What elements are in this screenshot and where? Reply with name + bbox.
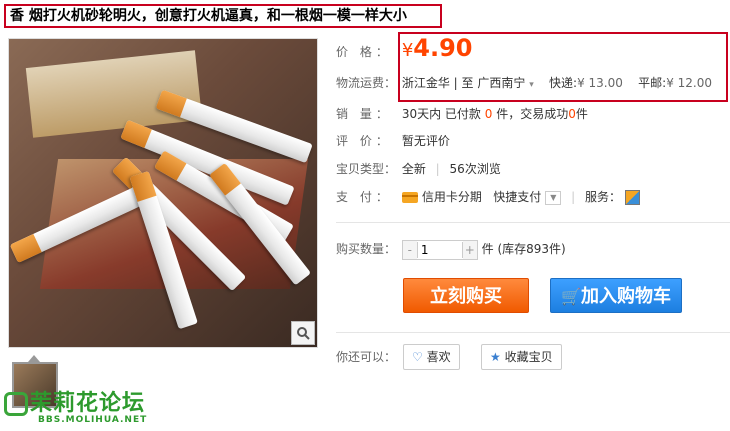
rating-label: 评 价： xyxy=(336,134,392,148)
item-type-row: 宝贝类型： 全新 | 56次浏览 xyxy=(336,159,501,179)
shipping-destination[interactable]: 广西南宁 ▾ xyxy=(477,76,533,90)
quantity-input[interactable] xyxy=(416,241,463,258)
shipping-from: 浙江金华 xyxy=(401,76,450,90)
sales-paid-count: 0 xyxy=(484,107,493,121)
product-main-image[interactable] xyxy=(8,38,318,348)
sales-label: 销 量： xyxy=(336,107,392,121)
collect-label: 收藏宝贝 xyxy=(504,350,553,364)
shipping-row: 物流运费： 浙江金华 | 至 广西南宁 ▾ 快递:¥ 13.00 平邮:¥ 12… xyxy=(336,73,712,93)
express-label: 快递: xyxy=(549,76,578,90)
product-title: 香 烟打火机砂轮明火，创意打火机逼真，和一根烟一模一样大小 xyxy=(4,4,442,28)
post-label: 平邮: xyxy=(638,76,667,90)
quantity-stepper[interactable]: - + xyxy=(401,239,478,260)
rating-row: 评 价： 暂无评价 xyxy=(336,131,450,151)
payment-row: 支 付： 信用卡分期 快捷支付 ▼ | 服务： xyxy=(336,187,640,207)
service-icon[interactable] xyxy=(624,190,640,205)
sales-prefix: 30天内 已付款 xyxy=(401,107,481,121)
shipping-divider: | xyxy=(453,76,458,90)
thumbnail-pointer xyxy=(28,355,40,362)
post-price: ¥ 12.00 xyxy=(666,76,713,90)
zoom-icon[interactable] xyxy=(291,321,315,345)
price-label: 价 格： xyxy=(336,45,392,59)
divider xyxy=(336,222,730,223)
extras-label: 你还可以： xyxy=(336,350,397,364)
stock-text: 件 (库存893件) xyxy=(481,242,566,256)
sales-success-count: 0 xyxy=(568,107,576,121)
rating-value: 暂无评价 xyxy=(401,134,450,148)
item-views: 56次浏览 xyxy=(449,162,501,176)
sales-suffix: 件 xyxy=(575,107,588,121)
collect-button[interactable]: ★ 收藏宝贝 xyxy=(481,344,562,370)
shipping-to-prefix: 至 xyxy=(461,76,474,90)
credit-card-icon xyxy=(401,192,418,203)
quantity-plus[interactable]: + xyxy=(462,240,477,259)
item-type-value: 全新 xyxy=(401,162,426,176)
quantity-minus[interactable]: - xyxy=(402,240,417,259)
item-type-divider: | xyxy=(435,162,440,176)
credit-installment[interactable]: 信用卡分期 xyxy=(422,190,482,204)
quick-pay[interactable]: 快捷支付 xyxy=(493,190,541,204)
add-to-cart-button[interactable]: 🛒加入购物车 xyxy=(550,278,682,313)
price-row: 价 格： ¥4.90 xyxy=(336,36,473,61)
star-icon: ★ xyxy=(490,350,501,364)
like-button[interactable]: ♡ 喜欢 xyxy=(403,344,460,370)
add-to-cart-label: 加入购物车 xyxy=(580,286,671,307)
price-currency: ¥ xyxy=(401,40,414,61)
chevron-down-icon: ▾ xyxy=(529,80,534,90)
payment-label: 支 付： xyxy=(336,190,392,204)
chevron-down-icon[interactable]: ▼ xyxy=(545,190,562,205)
sales-row: 销 量： 30天内 已付款 0 件，交易成功0件 xyxy=(336,104,588,124)
shipping-label: 物流运费： xyxy=(336,76,397,90)
service-label: 服务： xyxy=(585,190,622,204)
shipping-to: 广西南宁 xyxy=(477,76,526,90)
heart-icon: ♡ xyxy=(412,350,423,364)
forum-url: BBS.MOLIHUA.NET xyxy=(38,415,148,425)
extras-row: 你还可以： xyxy=(336,347,398,367)
payment-divider: | xyxy=(571,190,576,204)
quantity-label: 购买数量： xyxy=(336,242,397,256)
cart-icon: 🛒 xyxy=(561,287,581,306)
buy-now-button[interactable]: 立刻购买 xyxy=(403,278,529,313)
forum-name: 茉莉花论坛 xyxy=(30,391,146,416)
quantity-row: 购买数量： - + 件 (库存893件) xyxy=(336,239,566,260)
price-value: 4.90 xyxy=(413,34,473,62)
express-price: ¥ 13.00 xyxy=(577,76,623,90)
forum-logo-icon xyxy=(4,392,28,416)
divider xyxy=(336,332,730,333)
item-type-label: 宝贝类型： xyxy=(336,162,397,176)
sales-mid: 件，交易成功 xyxy=(496,107,569,121)
forum-watermark: 茉莉花论坛 BBS.MOLIHUA.NET xyxy=(4,391,146,425)
like-label: 喜欢 xyxy=(426,350,451,364)
